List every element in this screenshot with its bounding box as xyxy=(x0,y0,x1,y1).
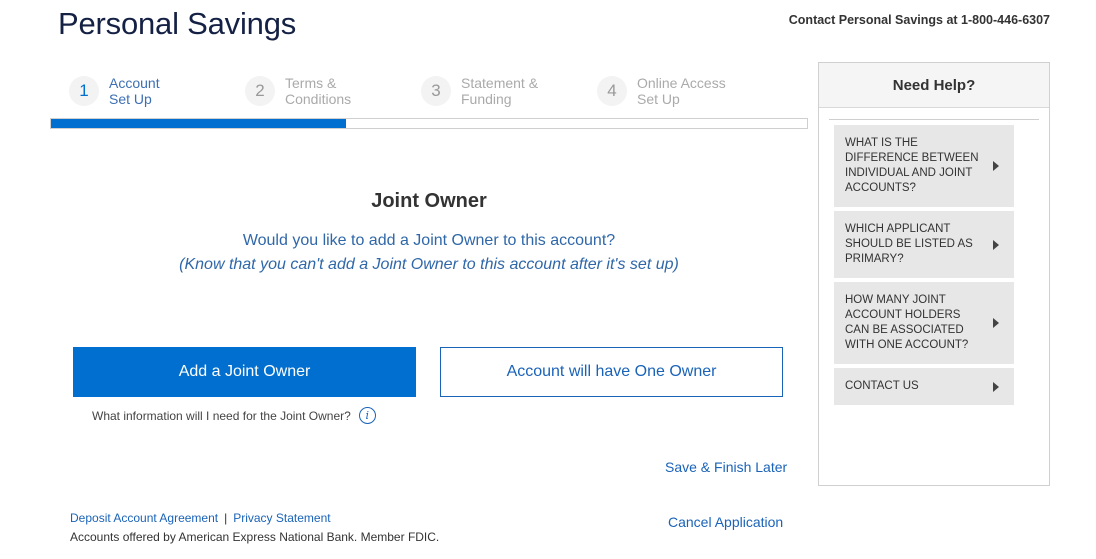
help-item-difference[interactable]: What is the difference between individua… xyxy=(834,125,1014,207)
joint-owner-info-text: What information will I need for the Joi… xyxy=(92,408,351,423)
step-label-line2: Funding xyxy=(461,91,512,107)
step-account-setup: 1 Account Set Up xyxy=(69,75,219,107)
section-title: Joint Owner xyxy=(371,190,487,212)
footer-disclaimer: Accounts offered by American Express Nat… xyxy=(70,530,440,544)
joint-owner-info[interactable]: What information will I need for the Joi… xyxy=(92,407,376,424)
step-number: 3 xyxy=(421,76,451,106)
page-brand-title: Personal Savings xyxy=(58,6,297,41)
joint-owner-note: (Know that you can't add a Joint Owner t… xyxy=(179,256,679,273)
step-number: 4 xyxy=(597,76,627,106)
step-label-line2: Set Up xyxy=(109,91,152,107)
footer-links: Deposit Account Agreement | Privacy Statem… xyxy=(70,511,331,525)
step-statement-funding: 3 Statement & Funding xyxy=(421,75,571,107)
step-label-line1: Terms & xyxy=(285,75,337,91)
step-label-line1: Online Access xyxy=(637,75,726,91)
save-finish-later-link[interactable]: Save & Finish Later xyxy=(665,459,787,475)
step-online-access: 4 Online Access Set Up xyxy=(597,75,747,107)
caret-right-icon xyxy=(993,381,999,392)
help-item-primary-applicant[interactable]: Which applicant should be listed as prim… xyxy=(834,211,1014,278)
privacy-statement-link[interactable]: Privacy Statement xyxy=(233,511,330,525)
step-label: Account Set Up xyxy=(109,75,219,107)
step-label-line2: Conditions xyxy=(285,91,352,107)
help-item-label: How many joint account holders can be as… xyxy=(845,294,969,351)
step-label: Online Access Set Up xyxy=(637,75,747,107)
progress-bar xyxy=(50,118,808,129)
step-label: Terms & Conditions xyxy=(285,75,395,107)
step-terms-conditions: 2 Terms & Conditions xyxy=(245,75,395,107)
contact-phone-text: Contact Personal Savings at 1-800-446-63… xyxy=(788,13,1050,27)
help-item-label: Contact us xyxy=(845,380,919,392)
footer-separator: | xyxy=(224,511,228,525)
help-item-label: What is the difference between individua… xyxy=(845,137,979,194)
help-item-label: Which applicant should be listed as prim… xyxy=(845,223,973,265)
joint-owner-question: Would you like to add a Joint Owner to t… xyxy=(242,232,616,249)
step-label-line1: Account xyxy=(109,75,160,91)
help-item-joint-holders[interactable]: How many joint account holders can be as… xyxy=(834,282,1014,364)
progress-bar-fill xyxy=(51,119,346,128)
caret-right-icon xyxy=(993,318,999,328)
help-item-contact-us[interactable]: Contact us xyxy=(834,368,1014,405)
one-owner-button[interactable]: Account will have One Owner xyxy=(440,347,783,397)
add-joint-owner-button[interactable]: Add a Joint Owner xyxy=(73,347,416,397)
help-panel: Need Help? What is the difference betwee… xyxy=(818,62,1050,486)
cancel-application-link[interactable]: Cancel Application xyxy=(668,514,783,530)
step-number: 2 xyxy=(245,76,275,106)
deposit-agreement-link[interactable]: Deposit Account Agreement xyxy=(70,511,218,525)
help-divider xyxy=(829,119,1039,120)
info-icon[interactable]: i xyxy=(358,407,376,424)
help-panel-title: Need Help? xyxy=(819,63,1049,108)
step-label-line2: Set Up xyxy=(637,91,680,107)
step-number: 1 xyxy=(69,76,99,106)
caret-right-icon xyxy=(993,239,999,250)
caret-right-icon xyxy=(993,161,999,171)
step-label-line1: Statement & xyxy=(461,75,539,91)
step-label: Statement & Funding xyxy=(461,75,571,107)
